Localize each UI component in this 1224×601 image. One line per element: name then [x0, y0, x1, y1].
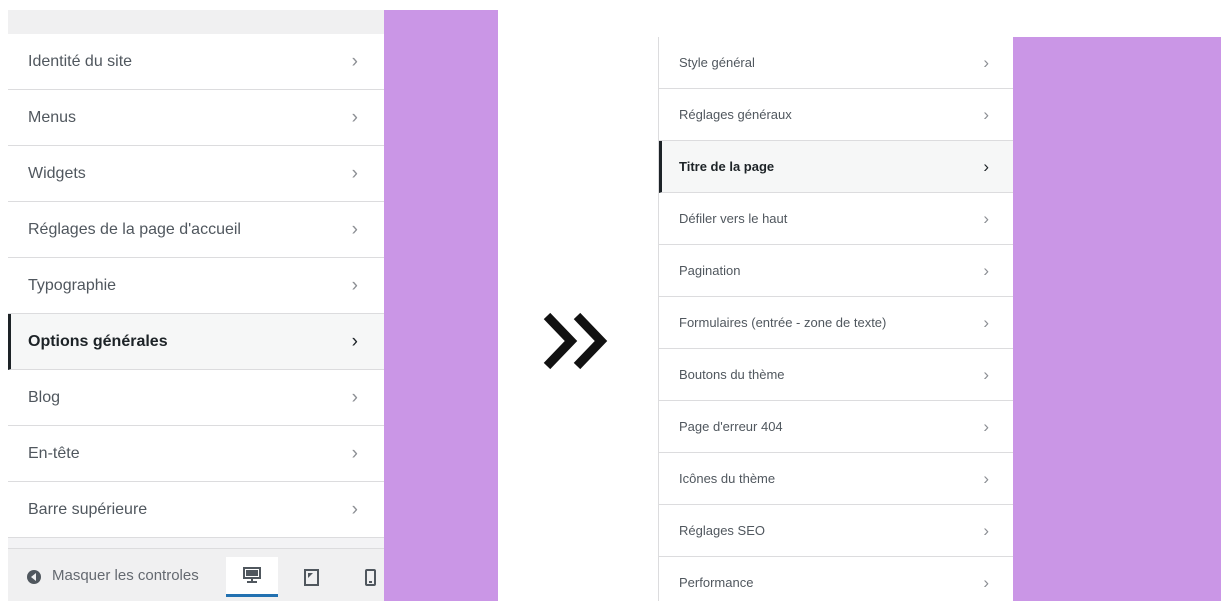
menu-item-label: Performance: [679, 575, 754, 590]
menu-item-theme-icons[interactable]: Icônes du thème ›: [659, 453, 1013, 505]
menu-item-performance[interactable]: Performance ›: [659, 557, 1013, 601]
menu-item-label: Icônes du thème: [679, 471, 776, 486]
menu-item-general-style[interactable]: Style général ›: [659, 37, 1013, 89]
customizer-panel-right: Style général › Réglages généraux › Titr…: [658, 37, 1013, 601]
menu-item-pagination[interactable]: Pagination ›: [659, 245, 1013, 297]
menu-item-404-page[interactable]: Page d'erreur 404 ›: [659, 401, 1013, 453]
menu-item-label: Défiler vers le haut: [679, 211, 788, 226]
chevron-right-icon: ›: [983, 313, 989, 332]
chevron-right-icon: ›: [351, 331, 358, 352]
chevron-right-icon: ›: [983, 521, 989, 540]
panel-header-bar: [8, 10, 384, 34]
mobile-icon: [364, 568, 376, 586]
menu-item-label: Titre de la page: [679, 159, 775, 174]
menu-item-label: Réglages généraux: [679, 107, 792, 122]
chevron-right-icon: ›: [983, 157, 989, 176]
menu-item-general-options[interactable]: Options générales ›: [8, 314, 384, 370]
preview-desktop-button[interactable]: [226, 557, 278, 597]
menu-item-label: Formulaires (entrée - zone de texte): [679, 315, 887, 330]
chevron-right-icon: ›: [983, 365, 989, 384]
menu-item-label: En-tête: [28, 445, 80, 462]
chevron-right-icon: ›: [983, 261, 989, 280]
chevron-right-icon: ›: [983, 209, 989, 228]
collapse-controls-button[interactable]: Masquer les controles: [52, 549, 220, 601]
preview-mobile-button[interactable]: [344, 557, 384, 597]
menu-item-theme-buttons[interactable]: Boutons du thème ›: [659, 349, 1013, 401]
preview-area-right: [1013, 37, 1221, 601]
chevron-right-icon: ›: [983, 105, 989, 124]
chevron-right-icon: ›: [351, 443, 358, 464]
menu-item-label: Barre supérieure: [28, 501, 148, 518]
preview-tablet-button[interactable]: [285, 557, 337, 597]
menu-item-label: Pagination: [679, 263, 741, 278]
menu-item-top-bar[interactable]: Barre supérieure ›: [8, 482, 384, 538]
menu-item-label: Page d'erreur 404: [679, 419, 783, 434]
menu-item-label: Boutons du thème: [679, 367, 785, 382]
desktop-icon: [243, 567, 261, 583]
chevron-right-icon: ›: [351, 107, 358, 128]
menu-item-label: Réglages SEO: [679, 523, 765, 538]
menu-item-general-settings[interactable]: Réglages généraux ›: [659, 89, 1013, 141]
menu-item-label: Options générales: [28, 333, 168, 350]
menu-item-label: Réglages de la page d'accueil: [28, 221, 241, 238]
menu-item-blog[interactable]: Blog ›: [8, 370, 384, 426]
chevron-right-icon: ›: [351, 387, 358, 408]
menu-item-label: Identité du site: [28, 53, 133, 70]
menu-item-label: Style général: [679, 55, 755, 70]
menu-item-homepage-settings[interactable]: Réglages de la page d'accueil ›: [8, 202, 384, 258]
menu-item-header[interactable]: En-tête ›: [8, 426, 384, 482]
menu-item-label: Widgets: [28, 165, 86, 182]
menu-item-menus[interactable]: Menus ›: [8, 90, 384, 146]
menu-item-forms[interactable]: Formulaires (entrée - zone de texte) ›: [659, 297, 1013, 349]
chevron-right-icon: ›: [351, 163, 358, 184]
customizer-panel-left: Identité du site › Menus › Widgets › Rég…: [8, 10, 384, 601]
tablet-icon: [303, 568, 319, 586]
menu-item-label: Blog: [28, 389, 61, 406]
menu-item-site-identity[interactable]: Identité du site ›: [8, 34, 384, 90]
chevron-right-icon: ›: [351, 275, 358, 296]
customizer-footer: Masquer les controles: [8, 548, 384, 601]
collapse-arrow-icon[interactable]: [27, 570, 41, 584]
menu-item-label: Menus: [28, 109, 77, 126]
menu-item-scroll-to-top[interactable]: Défiler vers le haut ›: [659, 193, 1013, 245]
preview-area-left: [384, 10, 498, 601]
menu-item-seo-settings[interactable]: Réglages SEO ›: [659, 505, 1013, 557]
chevron-right-icon: ›: [351, 51, 358, 72]
menu-item-typography[interactable]: Typographie ›: [8, 258, 384, 314]
customizer-menu-list: Identité du site › Menus › Widgets › Rég…: [8, 34, 384, 538]
menu-item-widgets[interactable]: Widgets ›: [8, 146, 384, 202]
double-chevron-right-icon: [543, 312, 608, 370]
menu-item-page-title[interactable]: Titre de la page ›: [659, 141, 1013, 193]
chevron-right-icon: ›: [983, 469, 989, 488]
chevron-right-icon: ›: [983, 53, 989, 72]
chevron-right-icon: ›: [983, 417, 989, 436]
menu-item-label: Typographie: [28, 277, 117, 294]
chevron-right-icon: ›: [983, 573, 989, 592]
chevron-right-icon: ›: [351, 499, 358, 520]
chevron-right-icon: ›: [351, 219, 358, 240]
